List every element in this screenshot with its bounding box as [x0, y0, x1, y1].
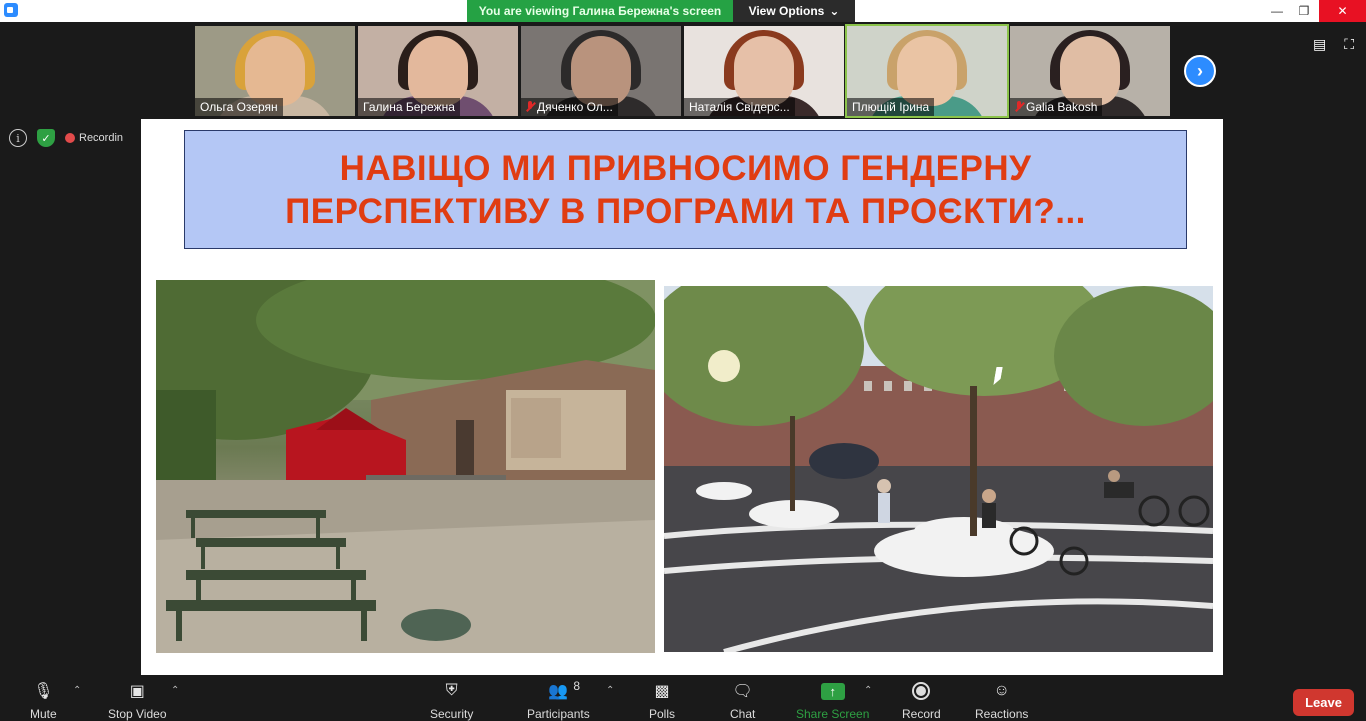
participant-name-label: Дяченко Ол...	[521, 98, 618, 116]
share-screen-icon: ↑	[820, 682, 845, 700]
reactions-button[interactable]: ☺ Reactions	[975, 681, 1028, 721]
window-title-bar: You are viewing Галина Бережна's screen …	[0, 0, 1366, 22]
chat-button[interactable]: 🗨 Chat	[730, 681, 755, 721]
participant-name-label: Галина Бережна	[358, 98, 460, 116]
participant-tile[interactable]: Galia Bakosh	[1010, 26, 1170, 116]
participant-tile[interactable]: Дяченко Ол...	[521, 26, 681, 116]
polls-button[interactable]: ▩ Polls	[649, 681, 675, 721]
mute-options-caret-icon[interactable]: ⌃	[73, 685, 81, 696]
participant-name: Галина Бережна	[363, 100, 455, 114]
participant-face	[571, 36, 631, 106]
participant-name: Наталія Свідерс...	[689, 100, 790, 114]
participant-face	[734, 36, 794, 106]
shared-screen-slide: НАВІЩО МИ ПРИВНОСИМО ГЕНДЕРНУ ПЕРСПЕКТИВ…	[141, 119, 1223, 675]
security-button[interactable]: ⛨ Security	[430, 681, 473, 721]
screen-share-banner: You are viewing Галина Бережна's screen …	[467, 0, 855, 22]
participants-label: Participants	[527, 707, 590, 721]
participants-options-caret-icon[interactable]: ⌃	[606, 685, 614, 696]
chevron-right-icon[interactable]: ›	[1184, 55, 1216, 87]
fullscreen-icon[interactable]: ⛶	[1344, 36, 1354, 53]
record-icon	[912, 682, 931, 700]
slide-title: НАВІЩО МИ ПРИВНОСИМО ГЕНДЕРНУ ПЕРСПЕКТИВ…	[285, 147, 1086, 233]
shield-icon[interactable]: ✓	[37, 129, 55, 147]
shield-icon: ⛨	[445, 682, 458, 699]
bar-chart-icon: ▩	[654, 683, 670, 700]
record-button[interactable]: Record	[902, 681, 941, 721]
participant-name: Дяченко Ол...	[537, 100, 613, 114]
mute-button[interactable]: 🎙 Mute	[30, 681, 57, 721]
participants-button[interactable]: 👥 8 Participants	[527, 679, 590, 721]
microphone-muted-icon	[1015, 101, 1023, 113]
view-options-label: View Options	[748, 4, 825, 18]
corner-controls: ▤ ⛶	[1313, 36, 1354, 53]
participant-face	[245, 36, 305, 106]
participant-face	[408, 36, 468, 106]
video-options-caret-icon[interactable]: ⌃	[171, 685, 179, 696]
polls-label: Polls	[649, 707, 676, 721]
old-courtyard-illustration	[156, 280, 655, 653]
recording-label: Recordin	[79, 132, 124, 144]
speech-bubble-icon: 🗨	[732, 683, 753, 700]
layout-icon[interactable]: ▤	[1313, 36, 1326, 53]
reactions-label: Reactions	[975, 707, 1029, 721]
participant-name: Galia Bakosh	[1026, 100, 1098, 114]
modern-plaza-illustration	[664, 286, 1213, 652]
view-options-button[interactable]: View Options ⌄	[733, 0, 855, 22]
participant-name: Ольга Озерян	[200, 100, 278, 114]
participant-name-label: Наталія Свідерс...	[684, 98, 795, 116]
record-label: Record	[902, 707, 941, 721]
participant-name-label: Плющій Ірина	[847, 98, 935, 116]
participant-tile[interactable]: Галина Бережна	[358, 26, 518, 116]
leave-button[interactable]: Leave	[1293, 689, 1354, 716]
stop-video-label: Stop Video	[108, 707, 167, 721]
meeting-indicators: i ✓ Recordin	[9, 129, 123, 147]
chat-label: Chat	[730, 707, 756, 721]
zoom-icon	[4, 3, 18, 17]
chevron-down-icon: ⌄	[829, 4, 840, 18]
security-label: Security	[430, 707, 474, 721]
people-icon: 👥 8	[548, 679, 581, 700]
participant-tile[interactable]: Наталія Свідерс...	[684, 26, 844, 116]
photo-modern-plaza	[664, 286, 1213, 652]
share-options-caret-icon[interactable]: ⌃	[864, 685, 872, 696]
mute-label: Mute	[30, 707, 57, 721]
participant-name-label: Galia Bakosh	[1010, 98, 1103, 116]
slide-title-line-1: НАВІЩО МИ ПРИВНОСИМО ГЕНДЕРНУ	[339, 148, 1032, 188]
participant-name-label: Ольга Озерян	[195, 98, 283, 116]
slide-title-line-2: ПЕРСПЕКТИВУ В ПРОГРАМИ ТА ПРОЄКТИ?...	[285, 191, 1086, 231]
participant-strip: Ольга Озерян Галина Бережна Дяченко Ол... Н…	[0, 22, 1366, 118]
share-screen-button[interactable]: ↑ Share Screen	[796, 681, 869, 721]
participant-name: Плющій Ірина	[852, 100, 930, 114]
participant-face	[1060, 36, 1120, 106]
microphone-muted-icon	[526, 101, 534, 113]
viewing-text: You are viewing Галина Бережна's screen	[478, 4, 722, 18]
participant-tile[interactable]: Ольга Озерян	[195, 26, 355, 116]
video-camera-icon: ▣	[129, 683, 145, 700]
minimize-icon[interactable]: —	[1263, 0, 1291, 22]
stop-video-button[interactable]: ▣ Stop Video	[108, 681, 167, 721]
recording-dot-icon	[65, 133, 75, 143]
share-screen-label: Share Screen	[796, 707, 870, 721]
meeting-toolbar: 🎙 Mute ⌃ ▣ Stop Video ⌃ ⛨ Security 👥 8 P…	[0, 675, 1366, 721]
recording-indicator[interactable]: Recordin	[65, 132, 123, 144]
participant-tile[interactable]: Плющій Ірина	[845, 24, 1009, 118]
slide-title-box: НАВІЩО МИ ПРИВНОСИМО ГЕНДЕРНУ ПЕРСПЕКТИВ…	[184, 130, 1187, 249]
emoji-icon: ☺	[993, 682, 1010, 699]
close-icon[interactable]: ✕	[1319, 0, 1366, 22]
restore-icon[interactable]: ❐	[1290, 0, 1318, 22]
participant-face	[897, 36, 957, 106]
microphone-icon: 🎙	[33, 683, 54, 700]
participants-count: 8	[573, 679, 581, 693]
info-icon[interactable]: i	[9, 129, 27, 147]
photo-old-courtyard	[156, 280, 655, 653]
